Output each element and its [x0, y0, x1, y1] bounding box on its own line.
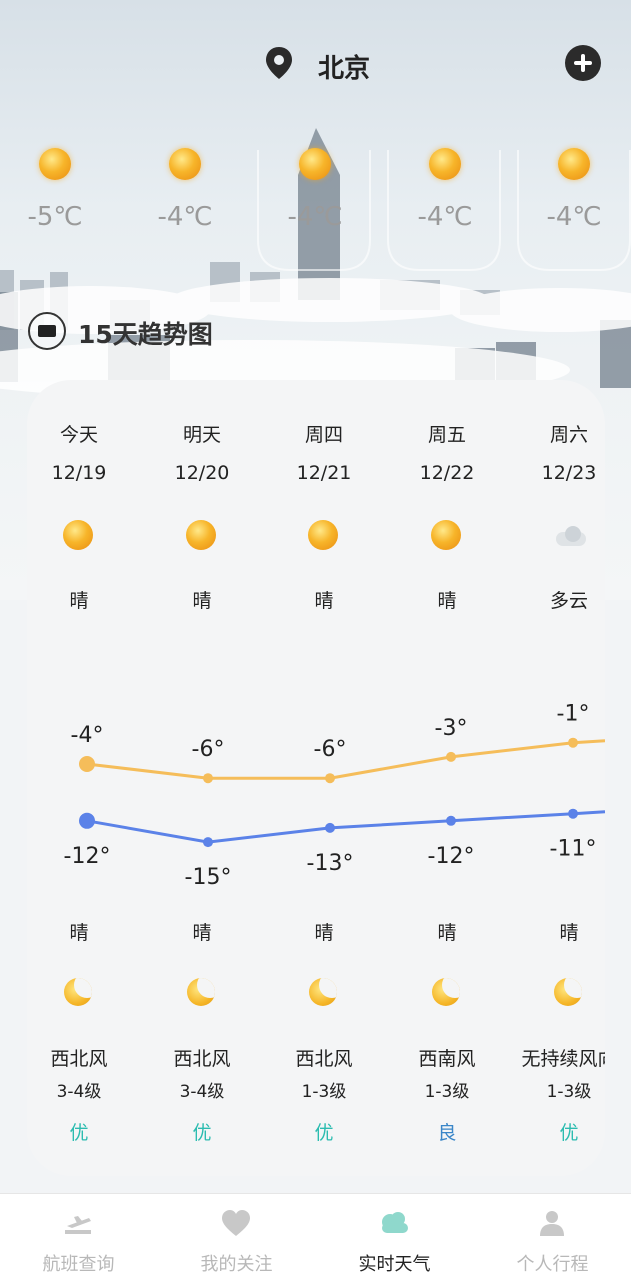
high-temp-point — [203, 773, 213, 784]
high-temp-point — [325, 773, 335, 784]
hour-item: -5℃ — [5, 148, 105, 232]
low-temp-label: -15° — [185, 865, 232, 890]
hour-item: -4℃ — [135, 148, 235, 232]
high-temp-label: -1° — [557, 702, 590, 727]
temperature-trend-chart: -4° -6° -6° -3° -1° -12° -15° -13° -12° -11° — [64, 702, 605, 890]
low-temp-label: -12° — [428, 844, 475, 869]
header-bar: 北京 — [0, 40, 631, 86]
tab-label: 我的关注 — [200, 1254, 273, 1275]
low-temp-line — [86, 810, 605, 844]
hour-temp: -5℃ — [27, 202, 83, 232]
hour-temp: -4℃ — [546, 202, 602, 232]
low-temp-label: -12° — [64, 844, 111, 869]
forecast-card[interactable]: 今天 12/19 晴 晴 西北风 3-4级 优 明天 12/20 晴 晴 西北风… — [27, 380, 605, 1176]
sun-icon — [169, 148, 201, 180]
hour-item: -4℃ — [524, 148, 624, 232]
hour-temp: -4℃ — [417, 202, 473, 232]
low-temp-label: -13° — [307, 851, 354, 876]
briefcase-icon — [28, 312, 66, 350]
sun-icon — [299, 148, 331, 180]
hourly-strip: -5℃ -4℃ -4℃ -4℃ -4℃ — [0, 148, 631, 268]
city-name[interactable]: 北京 — [318, 48, 370, 85]
low-temp-label: -11° — [550, 837, 597, 862]
bottom-tab-bar: 航班查询 我的关注 实时天气 个人行程 — [0, 1193, 631, 1281]
tab-label: 实时天气 — [358, 1254, 431, 1275]
sun-icon — [39, 148, 71, 180]
trend-title: 15天趋势图 — [78, 320, 213, 349]
low-temp-point — [446, 815, 456, 826]
tab-my-follows[interactable]: 我的关注 — [158, 1194, 315, 1281]
high-temp-point — [446, 751, 456, 762]
tab-label: 航班查询 — [42, 1254, 115, 1275]
high-temp-label: -6° — [192, 737, 225, 762]
sun-icon — [429, 148, 461, 180]
low-temp-point — [568, 808, 578, 819]
high-temp-label: -4° — [71, 723, 104, 748]
user-icon — [540, 1211, 564, 1236]
heart-icon — [222, 1210, 250, 1236]
low-temp-point — [79, 812, 95, 829]
low-temp-point — [325, 822, 335, 833]
hour-item: -4℃ — [265, 148, 365, 232]
high-temp-label: -6° — [314, 737, 347, 762]
tab-flight-search[interactable]: 航班查询 — [0, 1194, 157, 1281]
tab-live-weather[interactable]: 实时天气 — [316, 1194, 473, 1281]
high-temp-point — [568, 737, 578, 748]
high-temp-point — [79, 756, 95, 772]
low-temp-point — [203, 837, 213, 848]
tab-label: 个人行程 — [516, 1254, 589, 1275]
map-pin-icon[interactable] — [263, 46, 295, 80]
hour-item: -4℃ — [395, 148, 495, 232]
hour-temp: -4℃ — [157, 202, 213, 232]
plane-icon — [65, 1216, 91, 1234]
high-temp-label: -3° — [435, 716, 468, 741]
sun-icon — [558, 148, 590, 180]
add-city-button[interactable] — [565, 45, 601, 81]
hour-temp: -4℃ — [287, 202, 343, 232]
cloud-icon — [382, 1212, 408, 1233]
tab-my-itinerary[interactable]: 个人行程 — [474, 1194, 631, 1281]
